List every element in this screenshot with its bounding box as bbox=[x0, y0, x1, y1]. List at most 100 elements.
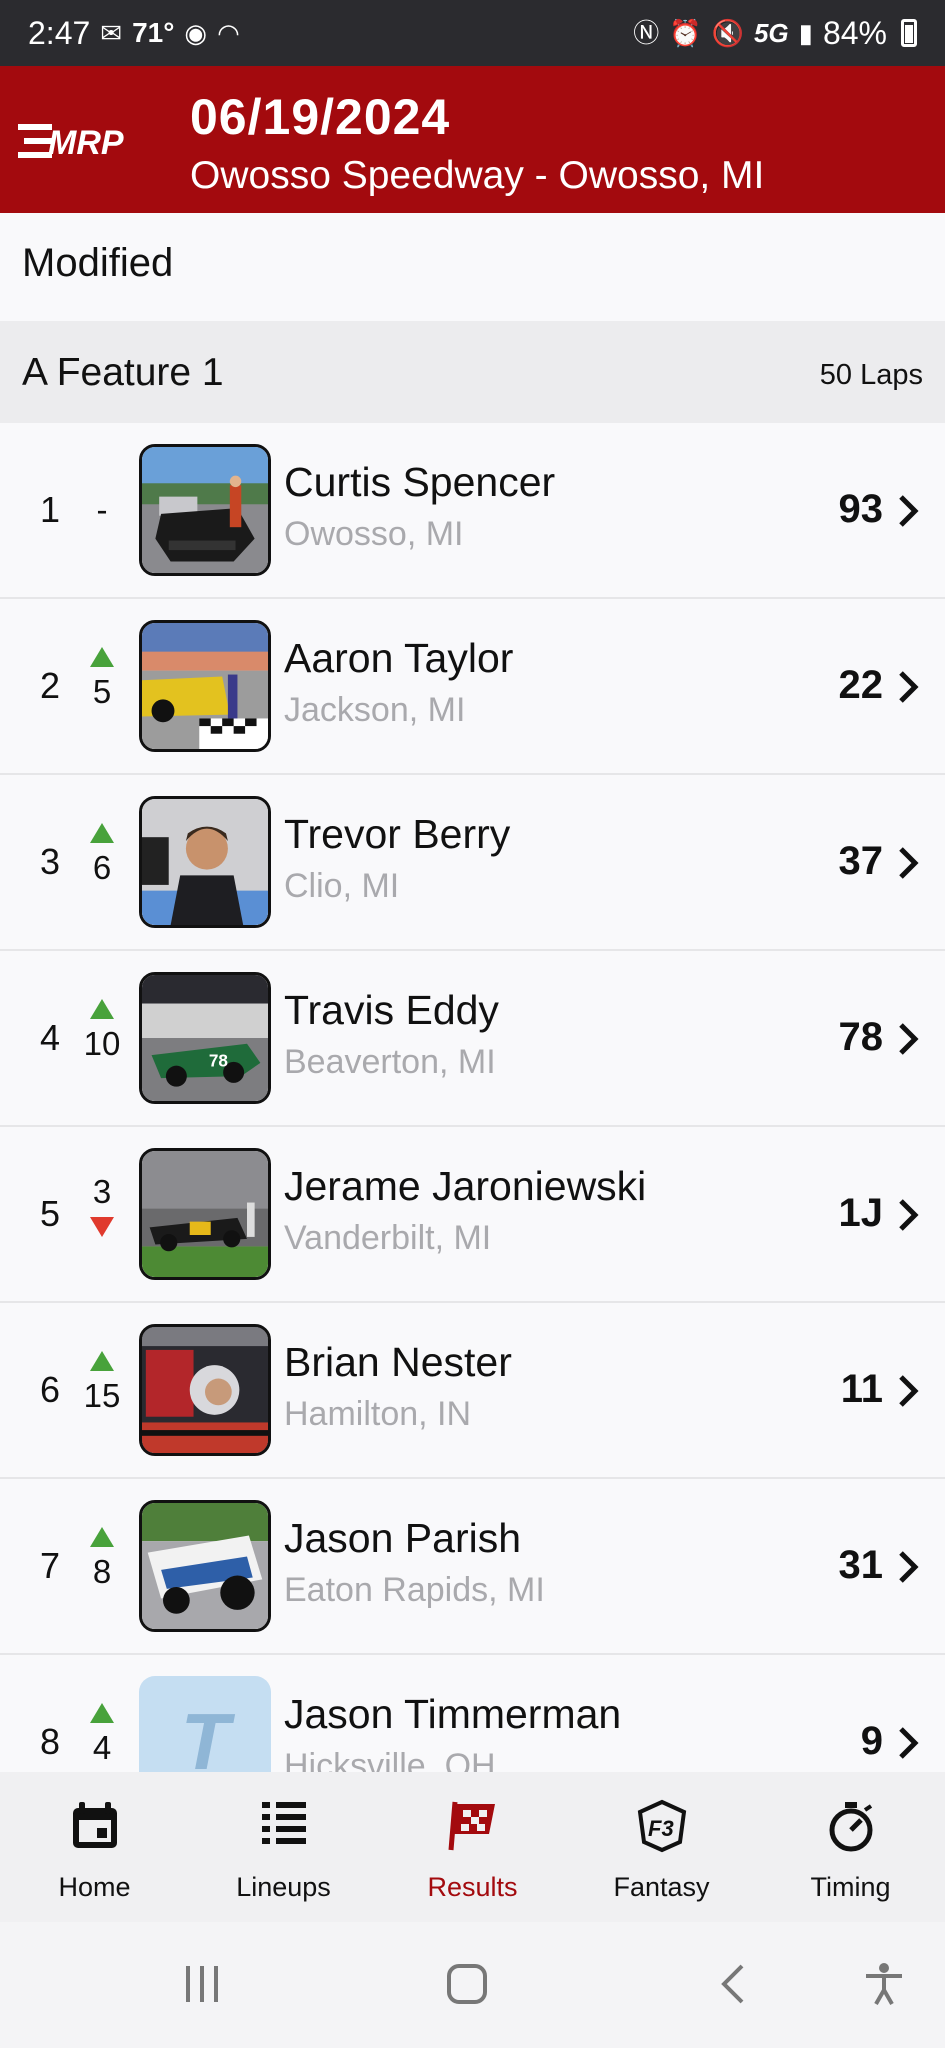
fantasy-f3-icon: F3 bbox=[637, 1799, 686, 1853]
driver-name: Curtis Spencer bbox=[284, 459, 556, 505]
driver-hometown: Eaton Rapids, MI bbox=[284, 1571, 545, 1609]
finish-position: 7 bbox=[39, 1545, 61, 1586]
feature-laps: 50 Laps bbox=[819, 359, 923, 391]
class-row: Modified bbox=[0, 213, 945, 321]
tab-fantasy[interactable]: F3 Fantasy bbox=[567, 1772, 756, 1922]
driver-hometown: Jackson, MI bbox=[284, 691, 466, 729]
feature-name: A Feature 1 bbox=[22, 351, 224, 394]
back-icon[interactable] bbox=[712, 1962, 756, 2006]
tab-results[interactable]: Results bbox=[378, 1772, 567, 1922]
app-header: MRP 06/19/2024 Owosso Speedway - Owosso,… bbox=[0, 66, 945, 213]
driver-hometown: Clio, MI bbox=[284, 867, 400, 905]
finish-position: 6 bbox=[39, 1369, 61, 1410]
finish-position: 4 bbox=[39, 1017, 61, 1058]
chevron-right-icon[interactable] bbox=[893, 845, 923, 881]
car-number: 78 bbox=[838, 1015, 884, 1059]
checkered-flag-icon bbox=[448, 1801, 495, 1851]
tab-lineups[interactable]: Lineups bbox=[189, 1772, 378, 1922]
venue-name: Owosso Speedway - Owosso, MI bbox=[190, 154, 765, 197]
tab-label: Home bbox=[58, 1872, 131, 1902]
accessibility-icon[interactable] bbox=[862, 1962, 906, 2006]
driver-name: Jason Timmerman bbox=[284, 1691, 622, 1737]
driver-hometown: Hamilton, IN bbox=[284, 1395, 472, 1433]
result-row[interactable]: 2 5 Aaron Taylor Jackson, MI 22 bbox=[0, 599, 945, 775]
nfc-icon: Ⓝ bbox=[633, 18, 660, 48]
driver-name: Aaron Taylor bbox=[284, 635, 514, 681]
finish-position: 2 bbox=[39, 665, 61, 706]
car-number: 1J bbox=[838, 1191, 884, 1235]
tab-home[interactable]: Home bbox=[0, 1772, 189, 1922]
tab-label: Timing bbox=[810, 1872, 891, 1902]
change-value: 15 bbox=[83, 1377, 121, 1414]
change-value: - bbox=[96, 491, 108, 528]
position-change: 6 bbox=[72, 819, 132, 909]
signal-icon: ▮ bbox=[798, 18, 813, 48]
change-value: 6 bbox=[92, 849, 112, 886]
svg-text:F3: F3 bbox=[648, 1816, 674, 1841]
car-number: 37 bbox=[838, 839, 884, 883]
position-change: 5 bbox=[72, 643, 132, 733]
network-type: 5G bbox=[753, 17, 789, 48]
driver-name: Trevor Berry bbox=[284, 811, 511, 857]
home-button-icon[interactable] bbox=[445, 1962, 489, 2006]
up-arrow-icon bbox=[90, 1527, 114, 1547]
down-arrow-icon bbox=[90, 1217, 114, 1237]
svg-text:78: 78 bbox=[209, 1051, 229, 1071]
up-arrow-icon bbox=[90, 1351, 114, 1371]
up-arrow-icon bbox=[90, 1703, 114, 1723]
wifi-icon: ◠ bbox=[217, 18, 240, 48]
change-value: 10 bbox=[83, 1025, 121, 1062]
position-change: 10 bbox=[72, 995, 132, 1085]
finish-position: 1 bbox=[39, 489, 61, 530]
finish-position: 5 bbox=[39, 1193, 61, 1234]
results-list[interactable]: 1 - Curtis Spencer Owosso, MI 93 2 5 Aar… bbox=[0, 423, 945, 1772]
position-change: 15 bbox=[72, 1347, 132, 1437]
mrp-logo[interactable]: MRP bbox=[18, 108, 138, 172]
finish-position: 8 bbox=[39, 1721, 61, 1762]
result-row[interactable]: 8 4 T Jason Timmerman Hicksville, OH 9 bbox=[0, 1655, 945, 1772]
driver-photo bbox=[139, 1324, 271, 1456]
clock: 2:47 bbox=[28, 14, 91, 51]
position-change: 3 bbox=[72, 1171, 132, 1261]
driver-photo bbox=[139, 1500, 271, 1632]
result-row[interactable]: 7 8 Jason Parish Eaton Rapids, MI 31 bbox=[0, 1479, 945, 1655]
car-number: 22 bbox=[838, 663, 884, 707]
finish-position: 3 bbox=[39, 841, 61, 882]
tab-timing[interactable]: Timing bbox=[756, 1772, 945, 1922]
chevron-right-icon[interactable] bbox=[893, 1197, 923, 1233]
chevron-right-icon[interactable] bbox=[893, 1373, 923, 1409]
alarm-icon: ⏰ bbox=[669, 18, 702, 48]
podcast-icon: ◉ bbox=[184, 18, 208, 48]
chevron-right-icon[interactable] bbox=[893, 493, 923, 529]
change-value: 3 bbox=[92, 1173, 112, 1210]
driver-name: Brian Nester bbox=[284, 1339, 512, 1385]
result-row[interactable]: 5 3 Jerame Jaroniewski Vanderbilt, MI 1J bbox=[0, 1127, 945, 1303]
driver-hometown: Hicksville, OH bbox=[284, 1747, 496, 1772]
result-row[interactable]: 6 15 Brian Nester Hamilton, IN 11 bbox=[0, 1303, 945, 1479]
result-row[interactable]: 3 6 Trevor Berry Clio, MI 37 bbox=[0, 775, 945, 951]
driver-photo bbox=[139, 444, 271, 576]
chevron-right-icon[interactable] bbox=[893, 1021, 923, 1057]
chevron-right-icon[interactable] bbox=[893, 669, 923, 705]
change-value: 8 bbox=[92, 1553, 112, 1590]
car-number: 9 bbox=[860, 1719, 883, 1763]
driver-hometown: Beaverton, MI bbox=[284, 1043, 496, 1081]
stopwatch-icon bbox=[829, 1802, 872, 1852]
recent-apps-icon[interactable] bbox=[180, 1962, 224, 2006]
tab-label: Results bbox=[427, 1872, 518, 1902]
mute-icon: 🔇 bbox=[711, 18, 744, 48]
chevron-right-icon[interactable] bbox=[893, 1725, 923, 1761]
result-row[interactable]: 1 - Curtis Spencer Owosso, MI 93 bbox=[0, 423, 945, 599]
car-number: 11 bbox=[840, 1367, 883, 1411]
temperature: 71° bbox=[132, 17, 175, 48]
result-row[interactable]: 4 10 78 Travis Eddy Beaverton, MI 78 bbox=[0, 951, 945, 1127]
class-name: Modified bbox=[22, 241, 174, 285]
driver-hometown: Owosso, MI bbox=[284, 515, 464, 553]
battery-percent: 84% bbox=[822, 14, 887, 51]
list-icon bbox=[261, 1802, 306, 1844]
driver-name: Jerame Jaroniewski bbox=[284, 1163, 647, 1209]
chevron-right-icon[interactable] bbox=[893, 1549, 923, 1585]
car-number: 31 bbox=[838, 1543, 884, 1587]
driver-photo bbox=[139, 1148, 271, 1280]
race-date: 06/19/2024 bbox=[190, 89, 451, 145]
